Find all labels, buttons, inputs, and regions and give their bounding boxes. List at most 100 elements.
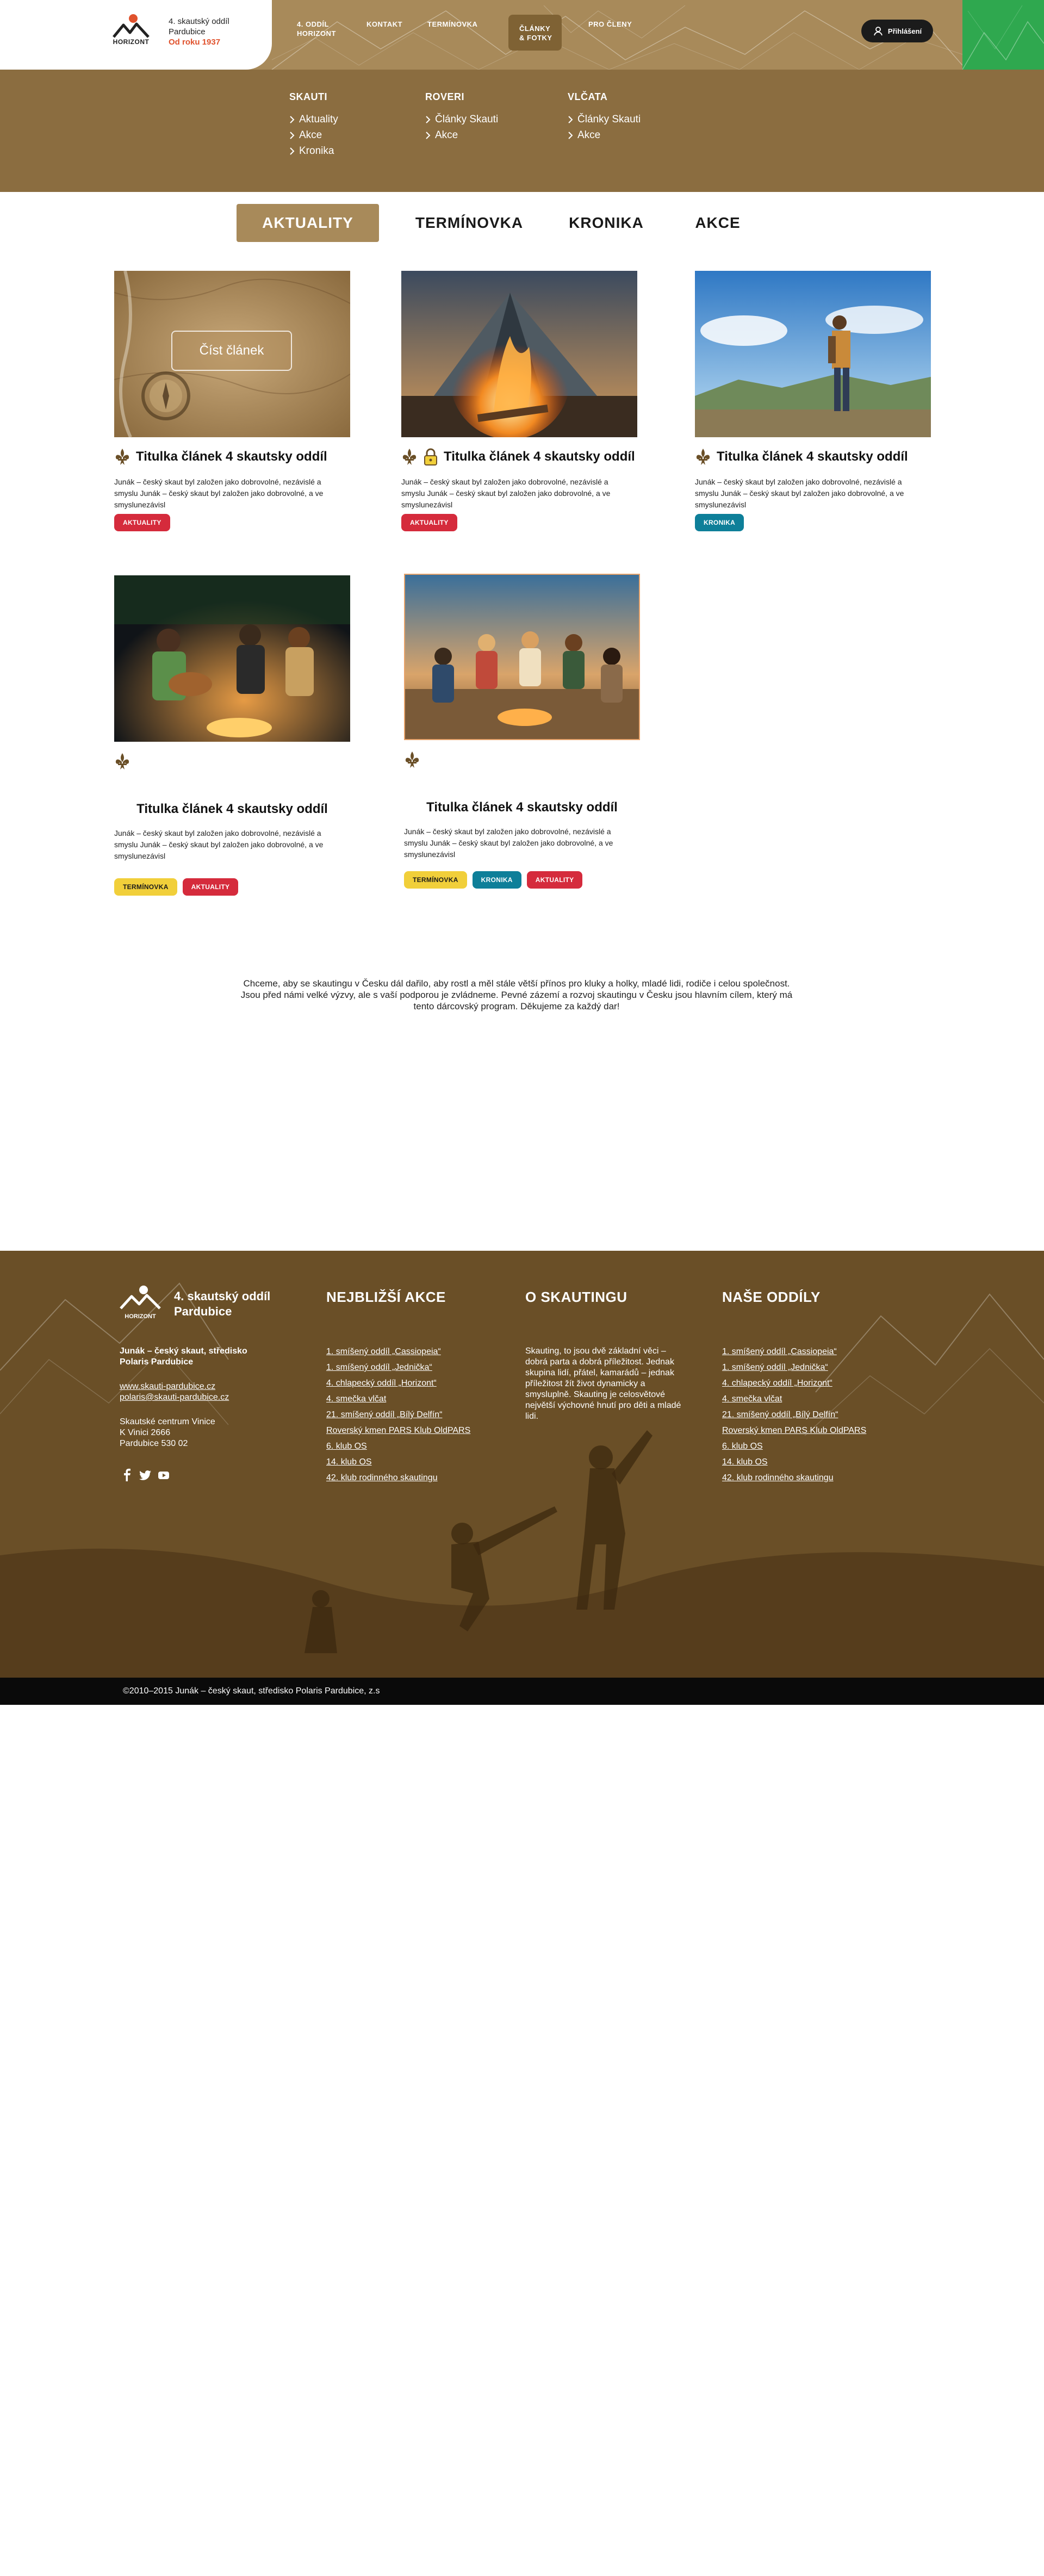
mega-link-label: Kronika	[299, 145, 334, 157]
article-title[interactable]: Titulka článek 4 skautsky oddíl	[717, 449, 908, 464]
mega-menu: SKAUTI Aktuality Akce Kronika ROVERI Člá…	[0, 70, 1044, 192]
youtube-icon[interactable]	[158, 1468, 170, 1481]
nav-label: ČLÁNKY	[519, 24, 551, 33]
mega-col-skauti: SKAUTI Aktuality Akce Kronika	[289, 91, 338, 159]
mega-link-aktuality[interactable]: Aktuality	[289, 111, 338, 127]
footer-unit-link[interactable]: Roverský kmen PARS Klub OldPARS	[722, 1423, 866, 1438]
mega-link-label: Akce	[299, 129, 322, 141]
article-title[interactable]: Titulka článek 4 skautsky oddíl	[444, 449, 635, 464]
tab-akce[interactable]: AKCE	[680, 204, 756, 242]
card-title-row: Titulka článek 4 skautsky oddíl	[401, 448, 641, 465]
nav-label: PRO ČLENY	[588, 20, 632, 28]
article-title[interactable]: Titulka článek 4 skautsky oddíl	[136, 449, 327, 464]
mega-link-kronika[interactable]: Kronika	[289, 143, 338, 159]
footer-unit-link[interactable]: 1. smíšený oddíl „Cassiopeia“	[722, 1344, 866, 1360]
mega-link-akce[interactable]: Akce	[289, 127, 338, 143]
login-button[interactable]: Přihlášení	[861, 20, 933, 42]
mega-heading: SKAUTI	[289, 91, 327, 102]
nav-item-terminovka[interactable]: TERMÍNOVKA	[427, 20, 477, 29]
footer-unit-link[interactable]: 6. klub OS	[722, 1438, 866, 1454]
lock-icon	[424, 448, 437, 465]
footer-address-line: Pardubice 530 02	[120, 1439, 188, 1448]
org-name: 4. skautský oddíl Pardubice Od roku 1937	[169, 16, 229, 47]
footer-unit-link[interactable]: 1. smíšený oddíl „Jednička“	[722, 1360, 866, 1375]
tag-aktuality[interactable]: AKTUALITY	[114, 514, 170, 531]
chevron-right-icon	[426, 115, 431, 123]
footer-unit-link[interactable]: 42. klub rodinného skautingu	[722, 1470, 866, 1486]
fleur-de-lis-icon	[401, 448, 418, 465]
fleur-de-lis-icon	[695, 448, 711, 465]
article-image[interactable]	[404, 574, 640, 740]
article-excerpt: Junák – český skaut byl založen jako dob…	[401, 477, 611, 509]
footer-email-link[interactable]: polaris@skauti-pardubice.cz	[120, 1392, 229, 1403]
nav-item-oddil[interactable]: 4. ODDÍL HORIZONT	[297, 20, 336, 38]
article-card[interactable]: Titulka článek 4 skautsky oddíl Junák – …	[404, 574, 643, 889]
footer-event-link[interactable]: 1. smíšený oddíl „Jednička“	[326, 1360, 470, 1375]
article-image[interactable]	[695, 271, 931, 437]
mega-link-clanky-skauti[interactable]: Články Skauti	[425, 111, 498, 127]
article-image[interactable]	[114, 575, 350, 742]
mega-link-clanky-skauti[interactable]: Články Skauti	[568, 111, 641, 127]
card-title-row: Titulka článek 4 skautsky oddíl	[114, 448, 353, 465]
org-since: Od roku 1937	[169, 38, 221, 47]
fleur-de-lis-icon	[114, 448, 130, 465]
tag-kronika[interactable]: KRONIKA	[472, 871, 521, 889]
tag-terminovka[interactable]: TERMÍNOVKA	[114, 878, 177, 896]
org-name-line1: 4. skautský oddíl	[169, 17, 229, 26]
footer-event-link[interactable]: 4. chlapecký oddíl „Horizont“	[326, 1375, 470, 1391]
tab-kronika[interactable]: KRONIKA	[555, 204, 658, 242]
article-image[interactable]	[401, 271, 637, 437]
social-links	[121, 1468, 170, 1481]
footer-unit-link[interactable]: 21. smíšený oddíl „Bílý Delfín“	[722, 1407, 866, 1423]
green-corner-decoration	[962, 0, 1044, 70]
mega-link-akce[interactable]: Akce	[425, 127, 498, 143]
article-image[interactable]: Číst článek	[114, 271, 350, 437]
footer-logo-icon[interactable]: HORIZONT	[119, 1283, 162, 1321]
article-tags: AKTUALITY	[114, 514, 353, 531]
article-card[interactable]: Číst článek Titulka článek 4 skautsky od…	[114, 271, 353, 531]
nav-item-clanky[interactable]: ČLÁNKY & FOTKY	[519, 24, 552, 42]
tag-terminovka[interactable]: TERMÍNOVKA	[404, 871, 467, 889]
article-title[interactable]: Titulka článek 4 skautsky oddíl	[114, 802, 350, 817]
login-label: Přihlášení	[887, 27, 922, 35]
tag-kronika[interactable]: KRONIKA	[695, 514, 744, 531]
footer-org-name: 4. skautský oddíl Pardubice	[174, 1289, 270, 1319]
tag-aktuality[interactable]: AKTUALITY	[526, 871, 583, 889]
footer-address: Skautské centrum Vinice K Vinici 2666 Pa…	[120, 1417, 215, 1449]
mission-statement: Chceme, aby se skautingu v Česku dál dař…	[240, 978, 793, 1011]
footer-unit-link[interactable]: 4. smečka vlčat	[722, 1391, 866, 1407]
category-tabs: AKTUALITY TERMÍNOVKA KRONIKA AKCE	[0, 204, 1044, 242]
footer-event-link[interactable]: 1. smíšený oddíl „Cassiopeia“	[326, 1344, 470, 1360]
card-title-row	[404, 751, 643, 768]
article-excerpt: Junák – český skaut byl založen jako dob…	[695, 477, 904, 509]
footer-event-link[interactable]: 14. klub OS	[326, 1454, 470, 1470]
nav-item-kontakt[interactable]: KONTAKT	[366, 20, 402, 29]
tag-aktuality[interactable]: AKTUALITY	[401, 514, 457, 531]
footer-event-link[interactable]: 4. smečka vlčat	[326, 1391, 470, 1407]
tab-terminovka[interactable]: TERMÍNOVKA	[405, 204, 533, 242]
footer-logo-wordmark: HORIZONT	[125, 1313, 156, 1320]
footer-org-line2: Pardubice	[174, 1305, 232, 1318]
read-article-button[interactable]: Číst článek	[171, 331, 292, 371]
article-card[interactable]: Titulka článek 4 skautsky oddíl Junák – …	[695, 271, 934, 531]
footer-event-link[interactable]: 21. smíšený oddíl „Bílý Delfín“	[326, 1407, 470, 1423]
footer-event-link[interactable]: Roverský kmen PARS Klub OldPARS	[326, 1423, 470, 1438]
footer-event-link[interactable]: 42. klub rodinného skautingu	[326, 1470, 470, 1486]
footer-event-link[interactable]: 6. klub OS	[326, 1438, 470, 1454]
footer-about-text: Skauting, to jsou dvě základní věci – do…	[525, 1346, 681, 1421]
nav-item-pro-cleny[interactable]: PRO ČLENY	[588, 20, 632, 29]
twitter-icon[interactable]	[139, 1468, 151, 1481]
tag-aktuality[interactable]: AKTUALITY	[182, 878, 239, 896]
facebook-icon[interactable]	[121, 1468, 133, 1481]
footer-org-line1: 4. skautský oddíl	[174, 1289, 271, 1303]
footer-unit-link[interactable]: 4. chlapecký oddíl „Horizont“	[722, 1375, 866, 1391]
article-title[interactable]: Titulka článek 4 skautsky oddíl	[404, 800, 640, 815]
footer-units-column: NAŠE ODDÍLY 1. smíšený oddíl „Cassiopeia…	[722, 1289, 866, 1486]
mega-link-akce[interactable]: Akce	[568, 127, 641, 143]
tab-aktuality[interactable]: AKTUALITY	[237, 204, 379, 242]
footer-unit-link[interactable]: 14. klub OS	[722, 1454, 866, 1470]
footer-web-link[interactable]: www.skauti-pardubice.cz	[120, 1381, 229, 1392]
article-card[interactable]: Titulka článek 4 skautsky oddíl Junák – …	[114, 575, 353, 896]
article-card[interactable]: Titulka článek 4 skautsky oddíl Junák – …	[401, 271, 641, 531]
card-title-row: Titulka článek 4 skautsky oddíl	[695, 448, 934, 465]
